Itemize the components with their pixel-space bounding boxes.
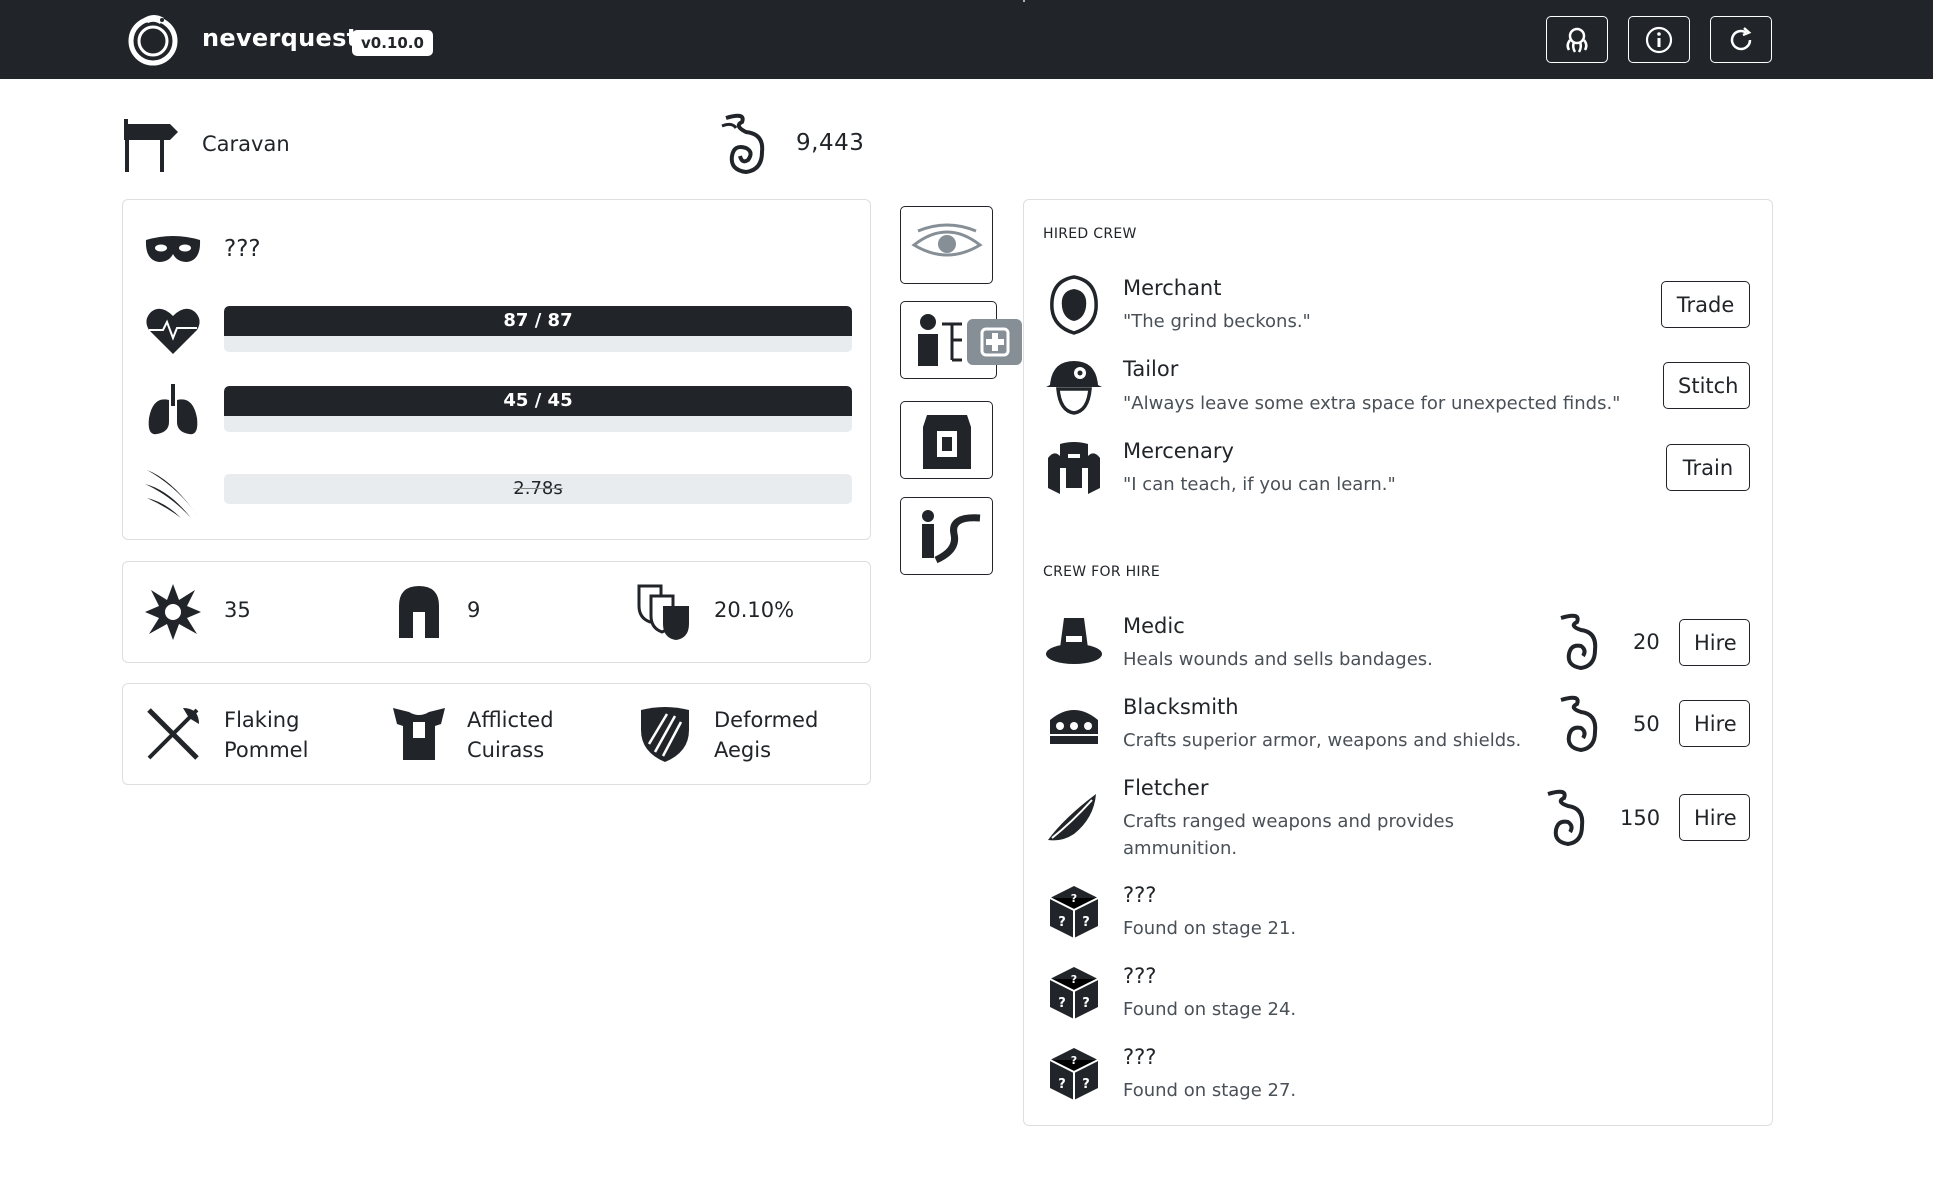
shields-icon — [637, 584, 689, 640]
mystery-box-icon: ? ? ? — [1049, 886, 1099, 938]
ouroboros-logo-icon — [128, 15, 178, 66]
feather-hat-icon — [1048, 794, 1096, 841]
mystery-box-icon: ? ? ? — [1049, 967, 1099, 1019]
crew-card-outer — [1023, 0, 1025, 2]
crew-description: Crafts superior armor, weapons and shiel… — [1123, 730, 1522, 751]
hire-cost: 150 — [1620, 806, 1661, 830]
lungs-icon — [148, 384, 198, 435]
crossed-weapons-icon — [147, 708, 199, 760]
stitch-button[interactable]: Stitch — [1663, 362, 1750, 409]
claw-slash-icon — [145, 470, 199, 518]
crew-description: Found on stage 27. — [1123, 1080, 1297, 1101]
essence-value: 9,443 — [796, 130, 865, 156]
anvil-helmet-icon — [1050, 710, 1098, 744]
plus-icon — [980, 327, 1009, 357]
crew-name: ??? — [1123, 883, 1157, 907]
settings-button[interactable] — [1546, 16, 1608, 63]
restart-button[interactable] — [1710, 16, 1772, 63]
crew-quote: "I can teach, if you can learn." — [1123, 474, 1396, 495]
weapon-name[interactable]: Flaking Pommel — [224, 705, 364, 765]
crew-name: Medic — [1123, 614, 1185, 638]
crew-name: Fletcher — [1123, 776, 1209, 800]
app-name: neverquest — [202, 24, 359, 52]
block-value: 20.10% — [714, 598, 795, 622]
restart-icon — [1730, 26, 1752, 50]
health-bar: 87 / 87 — [224, 306, 852, 352]
hooded-figure-icon — [1050, 275, 1098, 335]
cuirass-icon — [393, 708, 445, 760]
character-name[interactable]: ??? — [224, 236, 261, 262]
medic-plus-badge — [967, 319, 1022, 365]
damage-value: 35 — [224, 598, 251, 622]
essence-icon — [1560, 613, 1598, 671]
flower-hat-icon — [1046, 361, 1102, 415]
backpack-icon — [922, 415, 971, 469]
hired-crew-title: Hired crew — [1043, 226, 1137, 242]
crew-description: Crafts ranged weapons and provides ammun… — [1123, 811, 1454, 859]
crew-description: Found on stage 21. — [1123, 918, 1297, 939]
svg-text:?: ? — [1082, 996, 1090, 1011]
attack-rate-bar: 2.78s — [224, 474, 852, 504]
crew-description: Heals wounds and sells bandages. — [1123, 649, 1433, 670]
svg-text:?: ? — [1058, 915, 1066, 930]
essence-icon — [1547, 789, 1585, 847]
character-card: ??? 87 / 87 45 / 45 2.78s — [122, 199, 871, 540]
octopus-icon — [1566, 27, 1588, 53]
mask-icon — [145, 236, 201, 262]
crew-description: Found on stage 24. — [1123, 999, 1297, 1020]
crew-name: Blacksmith — [1123, 695, 1239, 719]
protection-value: 9 — [467, 598, 481, 622]
info-button[interactable] — [1628, 16, 1690, 63]
svg-text:?: ? — [1071, 892, 1077, 905]
crew-for-hire-title: Crew for hire — [1043, 564, 1161, 580]
info-icon — [1645, 26, 1673, 53]
navbar: neverquest v0.10.0 — [0, 0, 1933, 79]
hire-fletcher-button[interactable]: Hire — [1679, 794, 1750, 841]
svg-text:?: ? — [1071, 1054, 1077, 1067]
version-badge: v0.10.0 — [352, 30, 433, 56]
helmet-warrior-icon — [1048, 442, 1100, 494]
pilgrim-hat-icon — [1046, 618, 1102, 664]
mystery-box-icon: ? ? ? — [1049, 1048, 1099, 1100]
attack-rate-label: 2.78s — [513, 478, 563, 499]
traveler-path-icon — [921, 510, 980, 564]
travel-button[interactable] — [900, 497, 993, 575]
shield-icon — [641, 707, 689, 762]
crew-name: Tailor — [1123, 357, 1179, 381]
health-label: 87 / 87 — [503, 310, 573, 331]
crew-name: ??? — [1123, 1045, 1157, 1069]
trade-button[interactable]: Trade — [1661, 281, 1750, 328]
essence-icon — [721, 113, 765, 175]
heart-icon — [146, 308, 200, 354]
stamina-bar: 45 / 45 — [224, 386, 852, 432]
crew-name: Mercenary — [1123, 439, 1234, 463]
hire-cost: 50 — [1633, 712, 1660, 736]
svg-text:?: ? — [1071, 973, 1077, 986]
svg-text:?: ? — [1058, 996, 1066, 1011]
explosion-icon — [145, 584, 201, 640]
gear-card: Flaking Pommel Afflicted Cuirass Deforme… — [122, 683, 871, 785]
hire-cost: 20 — [1633, 630, 1660, 654]
stamina-label: 45 / 45 — [503, 390, 573, 411]
train-button[interactable]: Train — [1666, 444, 1750, 491]
svg-text:?: ? — [1082, 915, 1090, 930]
inventory-button[interactable] — [900, 401, 993, 479]
crew-quote: "Always leave some extra space for unexp… — [1123, 393, 1621, 414]
stats-card: 35 9 20.10% — [122, 561, 871, 663]
eye-icon — [910, 223, 983, 257]
svg-text:?: ? — [1082, 1077, 1090, 1092]
crew-quote: "The grind beckons." — [1123, 311, 1311, 332]
helmet-icon — [399, 586, 439, 638]
armor-name[interactable]: Afflicted Cuirass — [467, 705, 607, 765]
shield-name[interactable]: Deformed Aegis — [714, 705, 854, 765]
crew-name: Merchant — [1123, 276, 1222, 300]
hire-blacksmith-button[interactable]: Hire — [1679, 700, 1750, 747]
crew-name: ??? — [1123, 964, 1157, 988]
location-name: Caravan — [202, 132, 290, 156]
hire-medic-button[interactable]: Hire — [1679, 619, 1750, 666]
inspect-button[interactable] — [900, 206, 993, 284]
svg-text:?: ? — [1058, 1077, 1066, 1092]
essence-icon — [1560, 695, 1598, 753]
signpost-icon — [124, 119, 178, 172]
